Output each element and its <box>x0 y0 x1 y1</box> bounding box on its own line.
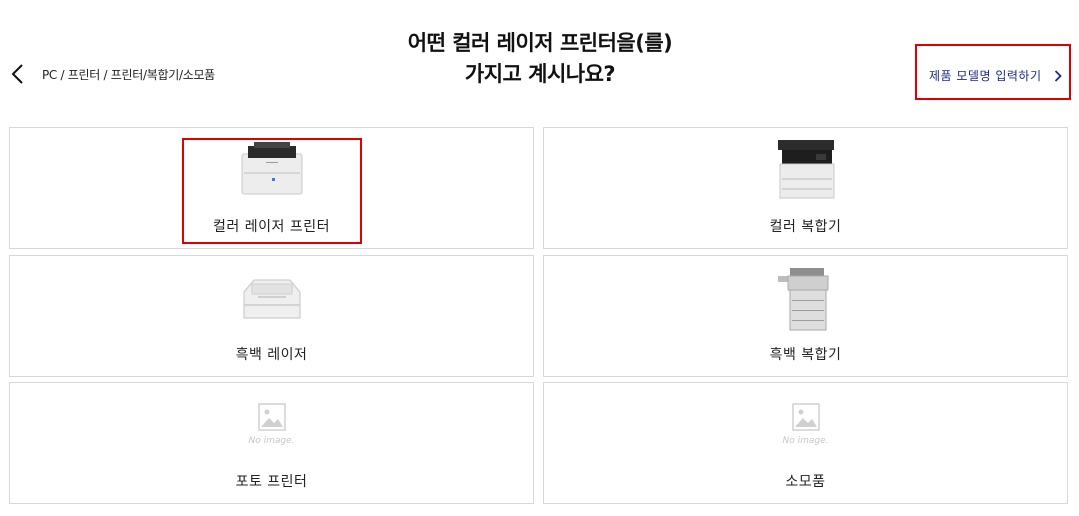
no-image-text: No image. <box>248 436 295 446</box>
no-image-text: No image. <box>782 436 829 446</box>
image-placeholder-icon <box>257 403 286 431</box>
card-label: 포토 프린터 <box>235 474 308 490</box>
highlight-box-color-laser <box>182 138 362 244</box>
page-title: 어떤 컬러 레이저 프린터을(를) 가지고 계시나요? <box>330 28 750 90</box>
no-image-placeholder: No image. <box>776 403 836 446</box>
back-button[interactable] <box>8 62 32 86</box>
breadcrumb: PC / 프린터 / 프린터/복합기/소모품 <box>42 68 215 82</box>
enter-model-name-link[interactable]: 제품 모델명 입력하기 <box>929 67 1062 84</box>
card-label: 흑백 복합기 <box>769 347 842 363</box>
card-mono-laser-printer[interactable]: 흑백 레이저 <box>9 255 534 377</box>
chevron-right-icon <box>1054 69 1062 82</box>
card-mono-multifunction[interactable]: 흑백 복합기 <box>543 255 1068 377</box>
card-label: 흑백 레이저 <box>235 347 308 363</box>
mono-laser-printer-image <box>238 274 306 326</box>
no-image-placeholder: No image. <box>242 403 302 446</box>
card-consumables[interactable]: No image. 소모품 <box>543 382 1068 504</box>
mono-multifunction-image <box>776 266 836 336</box>
image-placeholder-icon <box>791 403 820 431</box>
enter-model-name-label: 제품 모델명 입력하기 <box>929 69 1042 83</box>
card-photo-printer[interactable]: No image. 포토 프린터 <box>9 382 534 504</box>
page-title-line2: 가지고 계시나요? <box>464 62 616 86</box>
page-title-line1: 어떤 컬러 레이저 프린터을(를) <box>407 31 673 55</box>
chevron-left-icon <box>11 64 23 84</box>
card-color-multifunction[interactable]: 컬러 복합기 <box>543 127 1068 249</box>
color-multifunction-image <box>774 136 838 204</box>
card-label: 소모품 <box>785 474 826 490</box>
card-label: 컬러 복합기 <box>769 219 842 235</box>
